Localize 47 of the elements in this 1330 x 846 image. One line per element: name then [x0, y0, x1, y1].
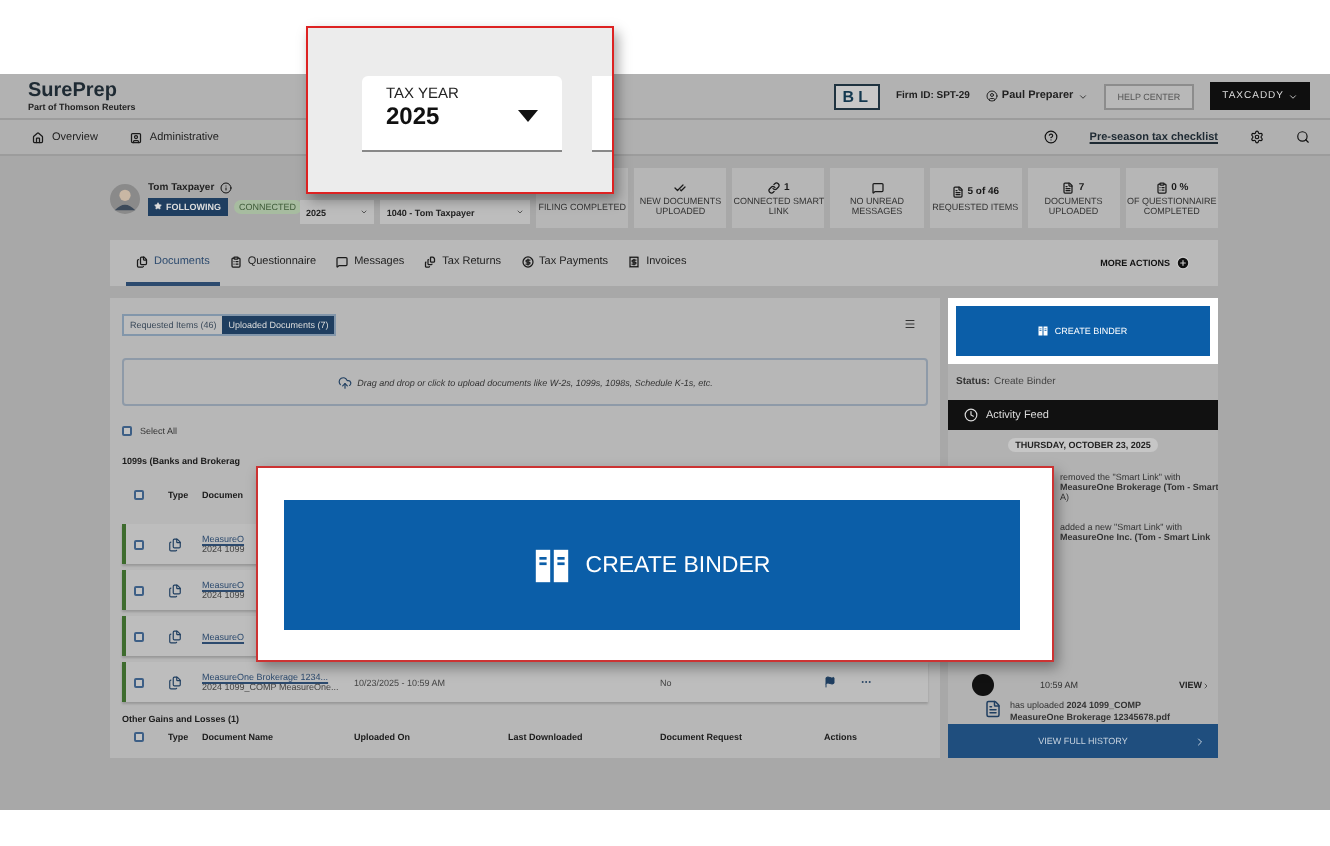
checkbox[interactable] — [122, 426, 132, 436]
firm-badge: BL — [834, 83, 880, 109]
clipboard-icon — [1155, 181, 1168, 193]
document-icon — [951, 186, 964, 198]
clipboard-icon — [229, 255, 242, 267]
help-icon — [1043, 130, 1058, 144]
document-type-icon — [168, 537, 182, 551]
binder-icon — [533, 547, 570, 583]
info-icon — [220, 181, 233, 193]
checkbox[interactable] — [134, 539, 144, 549]
checkbox[interactable] — [134, 585, 144, 595]
logo: SurePrep — [28, 81, 117, 101]
settings-icon[interactable] — [1250, 130, 1264, 144]
create-binder-button[interactable]: CREATE BINDER — [284, 500, 1020, 630]
dollar-icon — [521, 255, 534, 267]
documents-icon — [136, 255, 148, 267]
user-icon — [985, 90, 998, 102]
chevron-right-icon — [1194, 735, 1206, 747]
double-check-icon — [674, 181, 687, 193]
message-icon — [871, 181, 884, 193]
avatar — [110, 183, 140, 213]
user-avatar — [972, 674, 994, 696]
checkbox[interactable] — [134, 631, 144, 641]
receipt-icon — [628, 255, 641, 267]
document-type-icon — [168, 583, 182, 597]
chevron-down-icon — [1077, 91, 1088, 101]
message-icon — [336, 255, 349, 267]
star-icon — [154, 202, 162, 210]
user-card-icon — [129, 131, 142, 143]
plus-icon — [1176, 256, 1190, 270]
checkbox[interactable] — [134, 732, 144, 742]
file-stack-icon — [424, 255, 437, 267]
document-type-icon — [168, 675, 182, 689]
document-type-icon — [168, 629, 182, 643]
checkbox[interactable] — [134, 677, 144, 687]
menu-icon[interactable] — [904, 318, 916, 330]
upload-icon — [984, 700, 1002, 718]
search-icon[interactable] — [1296, 130, 1310, 144]
document-icon — [1062, 181, 1075, 193]
flag-icon[interactable] — [824, 676, 836, 688]
home-icon — [32, 131, 44, 143]
clock-icon — [964, 408, 978, 422]
binder-icon — [1038, 326, 1049, 336]
chevron-down-icon — [1288, 91, 1298, 101]
link-icon — [768, 181, 781, 193]
cloud-upload-icon — [337, 375, 352, 389]
checkbox[interactable] — [134, 490, 144, 500]
